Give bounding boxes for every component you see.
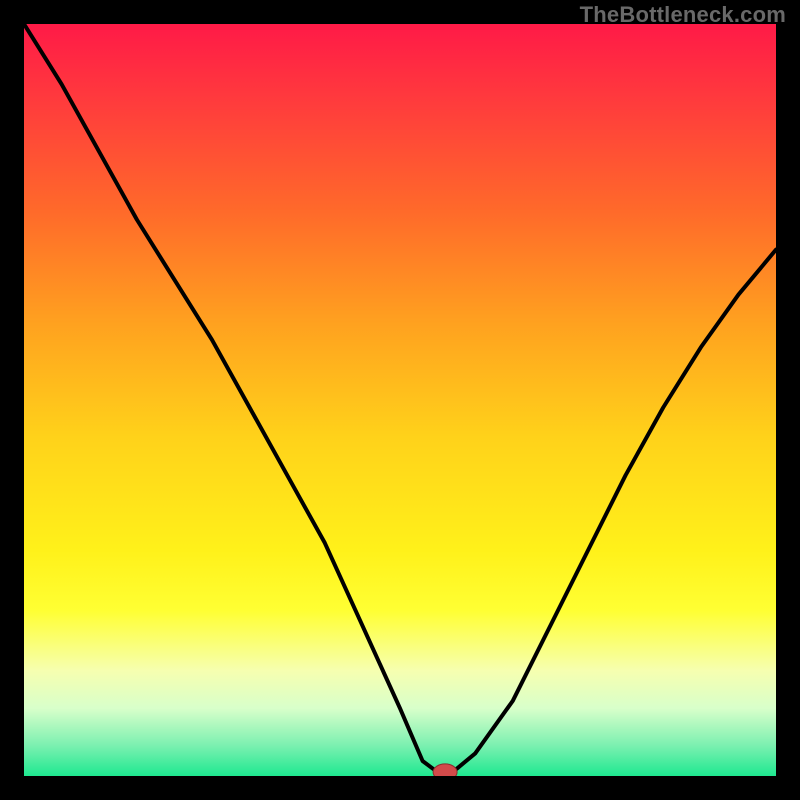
chart-frame: TheBottleneck.com (0, 0, 800, 800)
optimal-point-marker (433, 764, 457, 776)
gradient-background (24, 24, 776, 776)
bottleneck-chart (24, 24, 776, 776)
